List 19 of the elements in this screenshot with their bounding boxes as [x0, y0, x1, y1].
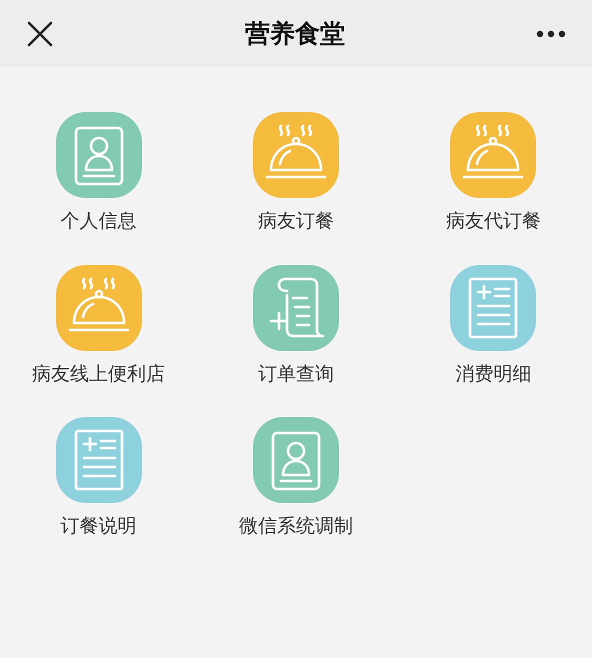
menu-tile[interactable] [450, 112, 536, 198]
menu-label[interactable]: 病友线上便利店 [32, 360, 166, 388]
menu-label[interactable]: 病友订餐 [258, 207, 334, 236]
menu-label[interactable]: 微信系统调制 [238, 512, 353, 540]
menu-tile[interactable] [56, 112, 142, 198]
menu-tile[interactable] [252, 264, 339, 350]
menu-label[interactable]: 订餐说明 [60, 512, 137, 540]
menu-label[interactable]: 个人信息 [60, 207, 137, 236]
more-icon[interactable] [536, 28, 566, 38]
menu-label[interactable]: 订单查询 [258, 360, 334, 388]
close-icon[interactable] [26, 20, 54, 48]
menu-label[interactable]: 病友代订餐 [446, 207, 541, 236]
menu-tile[interactable] [56, 264, 142, 350]
menu-tile[interactable] [252, 417, 339, 503]
page-title: 营养食堂 [245, 18, 345, 50]
menu-tile[interactable] [252, 112, 339, 198]
menu-tile[interactable] [450, 264, 536, 350]
menu-tile[interactable] [56, 417, 142, 503]
menu-label[interactable]: 消费明细 [455, 360, 532, 388]
